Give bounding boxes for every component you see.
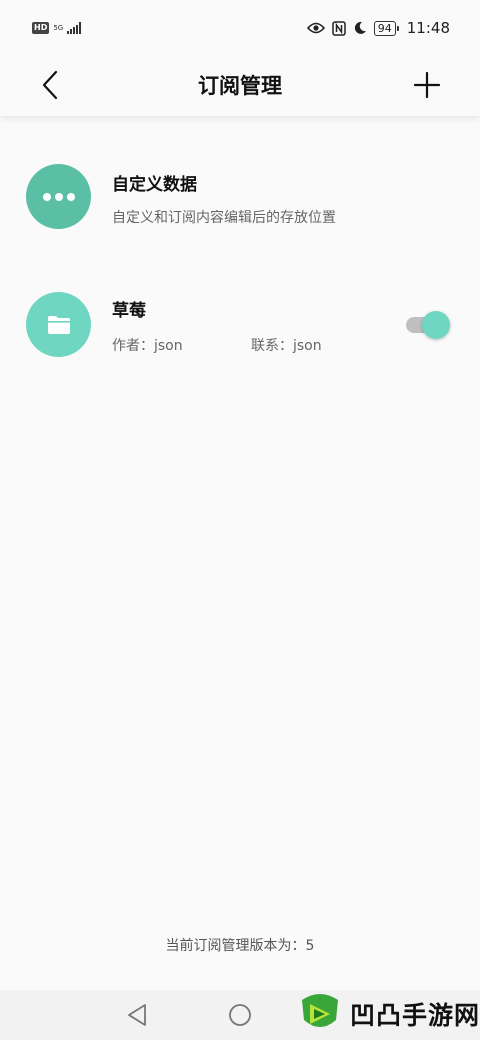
clock: 11:48 xyxy=(406,19,450,37)
item-title: 自定义数据 xyxy=(112,175,197,195)
nfc-icon xyxy=(332,20,346,36)
status-left: HD 5G xyxy=(32,22,82,34)
watermark-text: 凹凸手游网 xyxy=(350,1001,480,1030)
toggle-thumb xyxy=(422,311,450,339)
watermark-logo-icon xyxy=(302,994,338,1027)
more-dots-icon xyxy=(42,192,75,201)
status-right: 94 11:48 xyxy=(306,19,450,37)
moon-icon xyxy=(354,21,366,34)
page-title: 订阅管理 xyxy=(198,74,282,98)
app-bar: 订阅管理 xyxy=(0,56,480,116)
network-indicator: 5G xyxy=(53,24,63,32)
item-subtitle: 自定义和订阅内容编辑后的存放位置 xyxy=(112,210,336,226)
subscription-avatar xyxy=(26,292,91,357)
folder-icon xyxy=(47,315,70,334)
triangle-back-icon xyxy=(128,1004,146,1026)
network-label: 5G xyxy=(53,24,64,32)
status-bar: HD 5G 94 11:48 xyxy=(0,0,480,56)
item-author: 作者：json xyxy=(112,338,183,354)
battery-indicator: 94 xyxy=(373,20,399,36)
signal-icon xyxy=(67,22,82,34)
custom-data-avatar xyxy=(26,164,91,229)
nav-home-button[interactable] xyxy=(227,1002,253,1028)
subscription-toggle[interactable] xyxy=(406,311,450,339)
circle-home-icon xyxy=(229,1004,251,1026)
watermark: 凹凸手游网 xyxy=(296,988,480,1040)
nav-back-button[interactable] xyxy=(125,1002,151,1028)
item-title: 草莓 xyxy=(112,301,146,321)
list-item-custom-data[interactable]: 自定义数据 自定义和订阅内容编辑后的存放位置 xyxy=(0,146,480,246)
plus-icon xyxy=(413,71,441,99)
add-subscription-button[interactable] xyxy=(410,68,444,102)
version-text: 当前订阅管理版本为：5 xyxy=(165,938,315,954)
hd-badge: HD xyxy=(32,22,50,34)
eye-icon xyxy=(306,22,325,34)
item-contact: 联系：json xyxy=(251,338,322,354)
